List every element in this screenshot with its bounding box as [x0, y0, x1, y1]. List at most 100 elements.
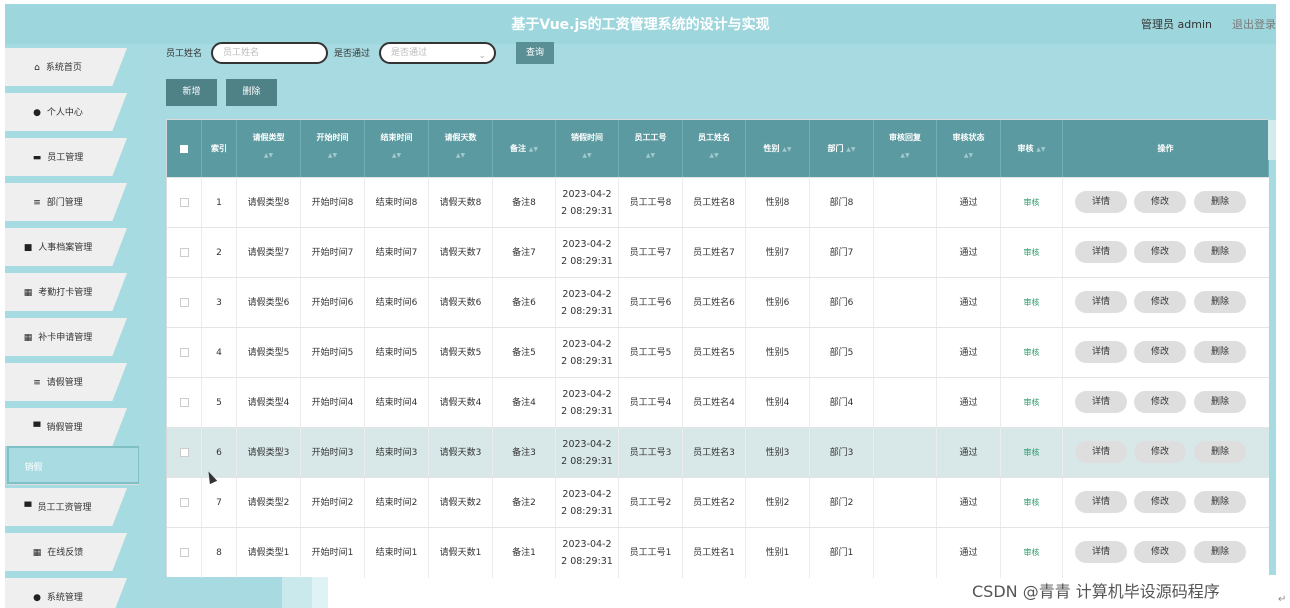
sidebar-item-3[interactable]: ≡ 部门管理: [5, 183, 127, 221]
delete-button[interactable]: 删除: [226, 79, 277, 106]
table-row[interactable]: 7 请假类型2 开始时间2 结束时间2 请假天数2 备注2 2023-04-2 2 08:29…: [167, 477, 1269, 528]
column-header-10[interactable]: 部门 ▲▼: [810, 120, 874, 177]
query-button[interactable]: 查询: [516, 42, 554, 64]
sort-icon[interactable]: ▲▼: [683, 152, 745, 159]
edit-button[interactable]: 修改: [1134, 541, 1186, 563]
table-row[interactable]: 3 请假类型6 开始时间6 结束时间6 请假天数6 备注6 2023-04-2 2 08:29…: [167, 277, 1269, 328]
sort-icon[interactable]: ▲▼: [937, 152, 1000, 159]
column-header-2[interactable]: ▲▼ 开始时间: [301, 120, 365, 177]
row-delete-button[interactable]: 删除: [1194, 491, 1246, 513]
row-checkbox[interactable]: [179, 298, 189, 307]
table-row[interactable]: 1 请假类型8 开始时间8 结束时间8 请假天数8 备注8 2023-04-2 2 08:29…: [167, 177, 1269, 228]
table-row[interactable]: 2 请假类型7 开始时间7 结束时间7 请假天数7 备注7 2023-04-2 2 08:29…: [167, 227, 1269, 278]
detail-button[interactable]: 详情: [1075, 391, 1127, 413]
sort-icon[interactable]: ▲▼: [429, 152, 492, 159]
cell-audit[interactable]: 审核: [1001, 328, 1063, 378]
sort-icon[interactable]: ▲▼: [846, 146, 855, 153]
sort-icon[interactable]: ▲▼: [556, 152, 618, 159]
row-delete-button[interactable]: 删除: [1194, 291, 1246, 313]
edit-button[interactable]: 修改: [1134, 191, 1186, 213]
edit-button[interactable]: 修改: [1134, 291, 1186, 313]
table-row[interactable]: 5 请假类型4 开始时间4 结束时间4 请假天数4 备注4 2023-04-2 2 08:29…: [167, 377, 1269, 428]
row-delete-button[interactable]: 删除: [1194, 541, 1246, 563]
row-checkbox[interactable]: [179, 548, 189, 557]
sidebar-item-8[interactable]: ▀ 销假管理: [5, 408, 127, 446]
sort-icon[interactable]: ▲▼: [782, 146, 791, 153]
edit-button[interactable]: 修改: [1134, 241, 1186, 263]
column-header-4[interactable]: ▲▼ 请假天数: [429, 120, 493, 177]
cell-audit[interactable]: 审核: [1001, 178, 1063, 228]
sidebar-item-0[interactable]: ⌂ 系统首页: [5, 48, 127, 86]
detail-button[interactable]: 详情: [1075, 341, 1127, 363]
detail-button[interactable]: 详情: [1075, 441, 1127, 463]
column-header-7[interactable]: ▲▼ 员工工号: [619, 120, 683, 177]
row-checkbox[interactable]: [179, 348, 189, 357]
cell-audit[interactable]: 审核: [1001, 228, 1063, 278]
detail-button[interactable]: 详情: [1075, 291, 1127, 313]
sidebar-item-10[interactable]: ▀ 员工工资管理: [5, 488, 127, 526]
column-header-13[interactable]: 审核 ▲▼: [1001, 120, 1063, 177]
row-checkbox[interactable]: [179, 398, 189, 407]
sort-icon[interactable]: ▲▼: [529, 146, 538, 153]
edit-button[interactable]: 修改: [1134, 391, 1186, 413]
cell-audit[interactable]: 审核: [1001, 428, 1063, 478]
sort-icon[interactable]: ▲▼: [619, 152, 682, 159]
scrollbar[interactable]: [1268, 120, 1276, 160]
column-header-12[interactable]: ▲▼ 审核状态: [937, 120, 1001, 177]
sidebar-item-11[interactable]: ▦ 在线反馈: [5, 533, 127, 571]
cell-audit[interactable]: 审核: [1001, 478, 1063, 528]
detail-button[interactable]: 详情: [1075, 241, 1127, 263]
table-row[interactable]: 8 请假类型1 开始时间1 结束时间1 请假天数1 备注1 2023-04-2 2 08:29…: [167, 527, 1269, 578]
sort-icon[interactable]: ▲▼: [1036, 146, 1045, 153]
edit-button[interactable]: 修改: [1134, 441, 1186, 463]
cell-audit[interactable]: 审核: [1001, 528, 1063, 578]
row-delete-button[interactable]: 删除: [1194, 391, 1246, 413]
row-checkbox[interactable]: [179, 498, 189, 507]
column-header-11[interactable]: ▲▼ 审核回复: [874, 120, 937, 177]
edit-button[interactable]: 修改: [1134, 341, 1186, 363]
sort-icon[interactable]: ▲▼: [237, 152, 300, 159]
row-checkbox[interactable]: [179, 248, 189, 257]
cell-audit[interactable]: 审核: [1001, 278, 1063, 328]
sidebar-item-7[interactable]: ≡ 请假管理: [5, 363, 127, 401]
row-delete-button[interactable]: 删除: [1194, 341, 1246, 363]
table-row[interactable]: 4 请假类型5 开始时间5 结束时间5 请假天数5 备注5 2023-04-2 2 08:29…: [167, 327, 1269, 378]
name-input[interactable]: 员工姓名: [211, 42, 328, 64]
detail-button[interactable]: 详情: [1075, 491, 1127, 513]
column-header-1[interactable]: ▲▼ 请假类型: [237, 120, 301, 177]
cell-gender: 性别4: [746, 378, 810, 428]
column-header-6[interactable]: ▲▼ 销假时间: [556, 120, 619, 177]
sidebar-item-4[interactable]: ■ 人事档案管理: [5, 228, 127, 266]
detail-button[interactable]: 详情: [1075, 191, 1127, 213]
cell-audit[interactable]: 审核: [1001, 378, 1063, 428]
edit-button[interactable]: 修改: [1134, 491, 1186, 513]
column-header-0[interactable]: 索引: [202, 120, 237, 177]
row-delete-button[interactable]: 删除: [1194, 191, 1246, 213]
column-header-9[interactable]: 性别 ▲▼: [746, 120, 810, 177]
column-header-5[interactable]: 备注 ▲▼: [493, 120, 556, 177]
row-checkbox[interactable]: [179, 198, 189, 207]
table-row[interactable]: 6 请假类型3 开始时间3 结束时间3 请假天数3 备注3 2023-04-2 2 08:29…: [167, 427, 1269, 478]
sort-icon[interactable]: ▲▼: [365, 152, 428, 159]
column-header-8[interactable]: ▲▼ 员工姓名: [683, 120, 746, 177]
sidebar-item-1[interactable]: ● 个人中心: [5, 93, 127, 131]
sidebar-item-12[interactable]: ● 系统管理: [5, 578, 127, 608]
sidebar-item-2[interactable]: ▬ 员工管理: [5, 138, 127, 176]
sort-icon[interactable]: ▲▼: [874, 152, 936, 159]
column-header-3[interactable]: ▲▼ 结束时间: [365, 120, 429, 177]
sidebar-item-label: ▀ 销假管理: [5, 420, 111, 433]
logout-link[interactable]: 退出登录: [1232, 16, 1276, 32]
select-all-checkbox[interactable]: [180, 145, 188, 153]
sort-icon[interactable]: ▲▼: [301, 152, 364, 159]
sidebar-item-9[interactable]: 销假: [7, 446, 140, 484]
detail-button[interactable]: 详情: [1075, 541, 1127, 563]
row-checkbox[interactable]: [179, 448, 189, 457]
row-delete-button[interactable]: 删除: [1194, 241, 1246, 263]
add-button[interactable]: 新增: [166, 79, 217, 106]
pass-select[interactable]: 是否通过 ⌄: [379, 42, 496, 64]
sidebar-item-label: ≡ 请假管理: [5, 375, 111, 388]
sidebar-item-5[interactable]: ▦ 考勤打卡管理: [5, 273, 127, 311]
row-delete-button[interactable]: 删除: [1194, 441, 1246, 463]
sidebar-item-6[interactable]: ▦ 补卡申请管理: [5, 318, 127, 356]
cell-note: 备注7: [493, 228, 556, 278]
